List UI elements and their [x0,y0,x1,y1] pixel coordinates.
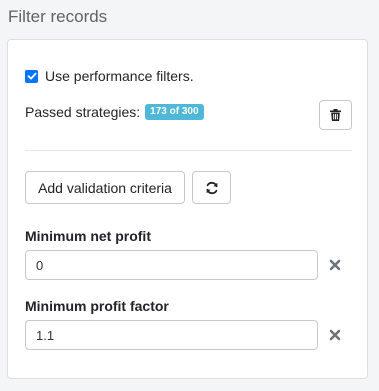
page-title: Filter records [8,7,108,26]
passed-strategies-row: Passed strategies: 173 of 300 [25,104,204,120]
min-net-profit-input[interactable] [25,250,318,280]
clear-min-profit-factor-button[interactable] [328,328,342,342]
add-validation-criteria-button[interactable]: Add validation criteria [25,171,185,204]
close-icon [329,329,341,341]
refresh-icon [206,181,217,194]
delete-button[interactable] [319,100,352,130]
min-profit-factor-label: Minimum profit factor [25,298,169,314]
refresh-button[interactable] [192,171,231,204]
min-net-profit-label: Minimum net profit [25,228,151,244]
use-performance-label: Use performance filters. [45,68,194,84]
min-profit-factor-input[interactable] [25,320,318,350]
trash-icon [330,109,341,121]
passed-strategies-label: Passed strategies: [25,104,141,120]
check-icon [27,72,36,80]
close-icon [329,259,341,271]
use-performance-checkbox[interactable] [25,69,38,83]
clear-min-net-profit-button[interactable] [328,258,342,272]
use-performance-filters-row[interactable]: Use performance filters. [25,68,194,84]
passed-count-badge: 173 of 300 [145,104,204,120]
filter-panel: Use performance filters. Passed strategi… [7,39,368,379]
divider [25,150,352,151]
